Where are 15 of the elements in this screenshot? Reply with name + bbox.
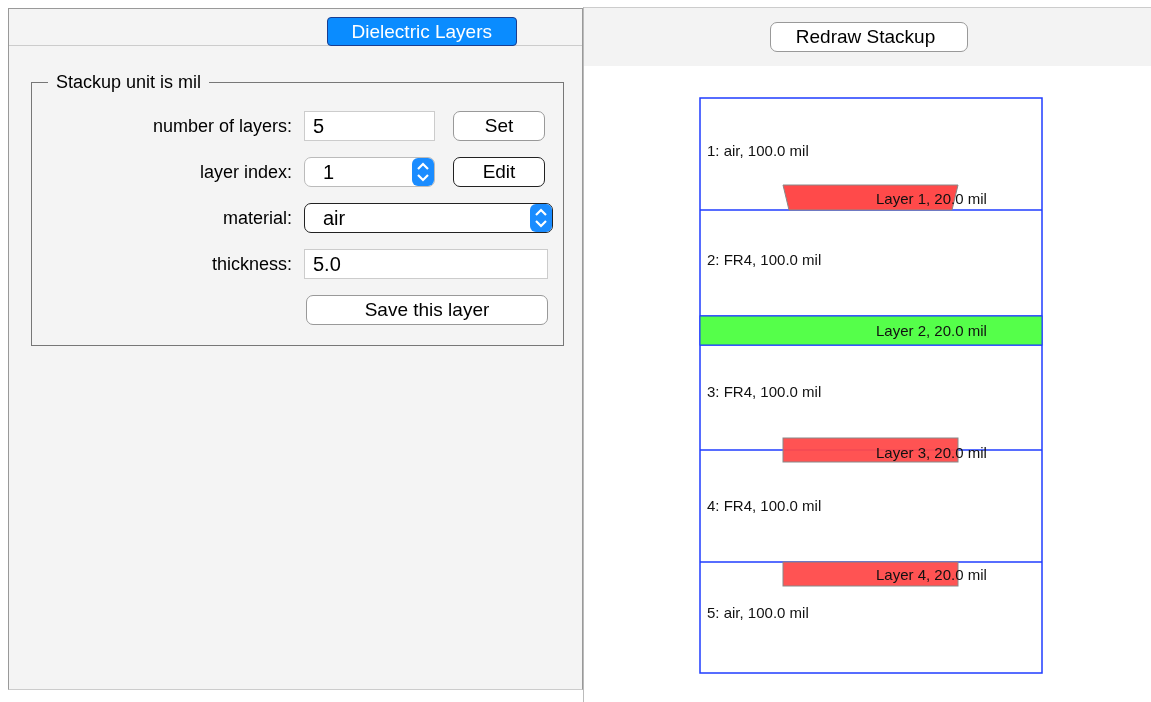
redraw-button[interactable]: Redraw Stackup bbox=[769, 22, 968, 52]
field-label: material: bbox=[221, 207, 293, 229]
save-button[interactable]: Save this layer bbox=[306, 295, 548, 325]
dropdown[interactable]: air bbox=[304, 203, 553, 233]
set-button[interactable]: Set bbox=[453, 111, 545, 141]
field-label: layer index: bbox=[198, 161, 293, 183]
input-field[interactable]: 5.0 bbox=[304, 249, 548, 279]
chevron-icon bbox=[530, 204, 552, 232]
group-title: Stackup unit is mil bbox=[55, 72, 203, 93]
input-field[interactable]: 5 bbox=[304, 111, 435, 141]
edit-button[interactable]: Edit bbox=[453, 157, 545, 187]
chevron-icon bbox=[412, 158, 434, 186]
dropdown[interactable]: 1 bbox=[304, 157, 435, 187]
field-label: thickness: bbox=[210, 253, 293, 275]
field-label: number of layers: bbox=[151, 115, 293, 137]
